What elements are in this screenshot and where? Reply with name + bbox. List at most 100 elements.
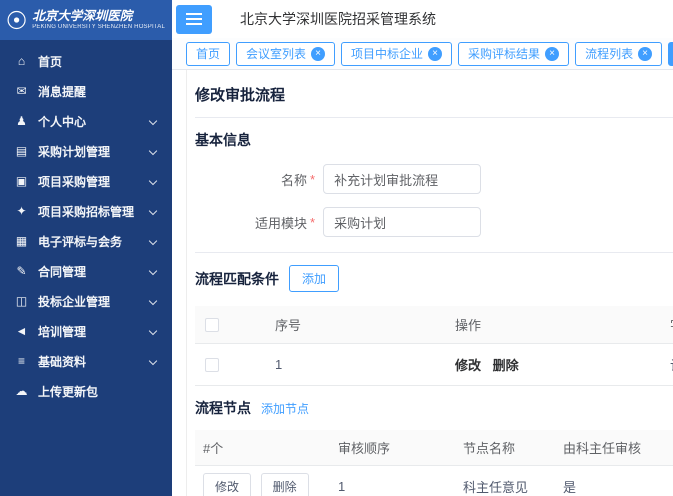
match-conditions-head: 流程匹配条件 添加 bbox=[195, 265, 673, 292]
select-all-checkbox[interactable] bbox=[205, 318, 219, 332]
tab-meeting-room-list[interactable]: 会议室列表 × bbox=[236, 42, 335, 66]
tabbar: 首页 会议室列表 × 项目中标企业 × 采购评标结果 × 流程列表 × 流程 × bbox=[172, 38, 673, 70]
module-input[interactable]: 采购计划 bbox=[323, 207, 481, 237]
close-icon[interactable]: × bbox=[428, 47, 442, 61]
module-label: 适用模块 bbox=[195, 213, 307, 232]
bidding-icon: ✦ bbox=[14, 204, 29, 218]
table-row: 修改 删除 1 科主任意见 是 bbox=[195, 466, 673, 496]
sidebar-item-label: 培训管理 bbox=[38, 323, 86, 340]
modify-link[interactable]: 修改 bbox=[455, 358, 481, 373]
name-input-value: 补充计划审批流程 bbox=[334, 170, 438, 189]
chevron-down-icon bbox=[149, 327, 157, 335]
tab-process-list[interactable]: 流程列表 × bbox=[575, 42, 662, 66]
tab-process[interactable]: 流程 × bbox=[668, 42, 673, 66]
cell-director: 是 bbox=[555, 466, 673, 496]
sidebar-menu: ⌂ 首页 ✉ 消息提醒 ♟ 个人中心 ▤ 采购计划管理 ▣ 项目采购管理 bbox=[0, 40, 172, 406]
required-mark: * bbox=[310, 215, 315, 230]
match-conditions-title: 流程匹配条件 bbox=[195, 269, 279, 289]
module-field-row: 适用模块 * 采购计划 bbox=[195, 207, 673, 237]
delete-button[interactable]: 删除 bbox=[261, 473, 309, 496]
sidebar-item-upload-package[interactable]: ☁ 上传更新包 bbox=[0, 376, 172, 406]
sidebar-item-label: 合同管理 bbox=[38, 263, 86, 280]
sidebar-item-procurement-plan[interactable]: ▤ 采购计划管理 bbox=[0, 136, 172, 166]
match-conditions-section: 流程匹配条件 添加 序号 操作 字段 bbox=[195, 253, 673, 386]
tab-home[interactable]: 首页 bbox=[186, 42, 230, 66]
delete-link[interactable]: 删除 bbox=[493, 358, 519, 373]
chevron-down-icon bbox=[149, 267, 157, 275]
close-icon[interactable]: × bbox=[311, 47, 325, 61]
sidebar-item-training[interactable]: ◄ 培训管理 bbox=[0, 316, 172, 346]
process-nodes-section: 流程节点 添加节点 #个 审核顺序 节点名称 由科主任审核 bbox=[195, 386, 673, 496]
logo-title: 北京大学深圳医院 bbox=[32, 9, 165, 23]
row-checkbox[interactable] bbox=[205, 358, 219, 372]
add-condition-button[interactable]: 添加 bbox=[289, 265, 339, 292]
table-header-row: 序号 操作 字段 bbox=[195, 306, 673, 344]
basic-data-icon: ≡ bbox=[14, 354, 29, 368]
sidebar-item-label: 项目采购管理 bbox=[38, 173, 110, 190]
column-header-order: 审核顺序 bbox=[330, 430, 455, 466]
plan-icon: ▤ bbox=[14, 144, 29, 158]
sidebar-item-contract[interactable]: ✎ 合同管理 bbox=[0, 256, 172, 286]
basic-info-form: 名称 * 补充计划审批流程 适用模块 * 采购计划 bbox=[195, 164, 673, 253]
name-input[interactable]: 补充计划审批流程 bbox=[323, 164, 481, 194]
sidebar-item-label: 个人中心 bbox=[38, 113, 86, 130]
sidebar-item-label: 电子评标与会务 bbox=[38, 233, 122, 250]
cell-order: 1 bbox=[330, 466, 455, 496]
main-area: 北京大学深圳医院招采管理系统 首页 会议室列表 × 项目中标企业 × 采购评标结… bbox=[172, 0, 673, 496]
hospital-seal-icon bbox=[7, 7, 26, 33]
tab-label: 项目中标企业 bbox=[351, 45, 423, 62]
process-nodes-title: 流程节点 bbox=[195, 398, 251, 418]
basic-info-title: 基本信息 bbox=[195, 130, 673, 150]
menu-toggle-button[interactable] bbox=[176, 5, 212, 34]
contract-icon: ✎ bbox=[14, 264, 29, 278]
required-mark: * bbox=[310, 172, 315, 187]
sidebar-item-label: 项目采购招标管理 bbox=[38, 203, 134, 220]
modify-button[interactable]: 修改 bbox=[203, 473, 251, 496]
upload-icon: ☁ bbox=[14, 384, 29, 398]
app-title: 北京大学深圳医院招采管理系统 bbox=[240, 9, 436, 29]
chevron-down-icon bbox=[149, 117, 157, 125]
topbar: 北京大学深圳医院招采管理系统 bbox=[172, 0, 673, 38]
sidebar-item-project-procurement[interactable]: ▣ 项目采购管理 bbox=[0, 166, 172, 196]
name-label: 名称 bbox=[195, 170, 307, 189]
training-icon: ◄ bbox=[14, 324, 29, 338]
chevron-down-icon bbox=[149, 147, 157, 155]
chevron-down-icon bbox=[149, 207, 157, 215]
sidebar-item-label: 基础资料 bbox=[38, 353, 86, 370]
process-nodes-table: #个 审核顺序 节点名称 由科主任审核 修改 删除 1 bbox=[195, 430, 673, 496]
column-header-action: #个 bbox=[195, 430, 330, 466]
sidebar-item-basic-data[interactable]: ≡ 基础资料 bbox=[0, 346, 172, 376]
tab-project-winning-enterprise[interactable]: 项目中标企业 × bbox=[341, 42, 452, 66]
sidebar-item-home[interactable]: ⌂ 首页 bbox=[0, 46, 172, 76]
column-header-director: 由科主任审核 bbox=[555, 430, 673, 466]
logo-subtitle: PEKING UNIVERSITY SHENZHEN HOSPITAL bbox=[32, 24, 165, 31]
close-icon[interactable]: × bbox=[545, 47, 559, 61]
app-root: 北京大学深圳医院 PEKING UNIVERSITY SHENZHEN HOSP… bbox=[0, 0, 673, 496]
module-input-value: 采购计划 bbox=[334, 213, 386, 232]
sidebar-item-e-evaluation[interactable]: ▦ 电子评标与会务 bbox=[0, 226, 172, 256]
name-field-row: 名称 * 补充计划审批流程 bbox=[195, 164, 673, 194]
project-icon: ▣ bbox=[14, 174, 29, 188]
sidebar-item-project-bidding[interactable]: ✦ 项目采购招标管理 bbox=[0, 196, 172, 226]
bell-icon: ✉ bbox=[14, 84, 29, 98]
match-conditions-table: 序号 操作 字段 1 修改 删除 计划 bbox=[195, 306, 673, 386]
tab-procurement-evaluation-result[interactable]: 采购评标结果 × bbox=[458, 42, 569, 66]
add-node-link[interactable]: 添加节点 bbox=[261, 400, 309, 417]
cell-actions: 修改 删除 bbox=[195, 466, 330, 496]
page-header: 修改审批流程 bbox=[195, 70, 673, 118]
sidebar-item-profile[interactable]: ♟ 个人中心 bbox=[0, 106, 172, 136]
evaluation-icon: ▦ bbox=[14, 234, 29, 248]
column-header-action: 操作 bbox=[445, 306, 660, 344]
sidebar-item-bidder-management[interactable]: ◫ 投标企业管理 bbox=[0, 286, 172, 316]
cell-node-name: 科主任意见 bbox=[455, 466, 555, 496]
user-icon: ♟ bbox=[14, 114, 29, 128]
hospital-logo-block: 北京大学深圳医院 PEKING UNIVERSITY SHENZHEN HOSP… bbox=[0, 0, 172, 40]
column-header-seq: 序号 bbox=[265, 306, 445, 344]
close-icon[interactable]: × bbox=[638, 47, 652, 61]
sidebar-item-messages[interactable]: ✉ 消息提醒 bbox=[0, 76, 172, 106]
logo-text: 北京大学深圳医院 PEKING UNIVERSITY SHENZHEN HOSP… bbox=[32, 9, 165, 30]
basic-info-section: 基本信息 名称 * 补充计划审批流程 适用模块 * 采购计划 bbox=[195, 118, 673, 253]
sidebar-item-label: 消息提醒 bbox=[38, 83, 86, 100]
process-nodes-head: 流程节点 添加节点 bbox=[195, 398, 673, 418]
column-header-name: 节点名称 bbox=[455, 430, 555, 466]
